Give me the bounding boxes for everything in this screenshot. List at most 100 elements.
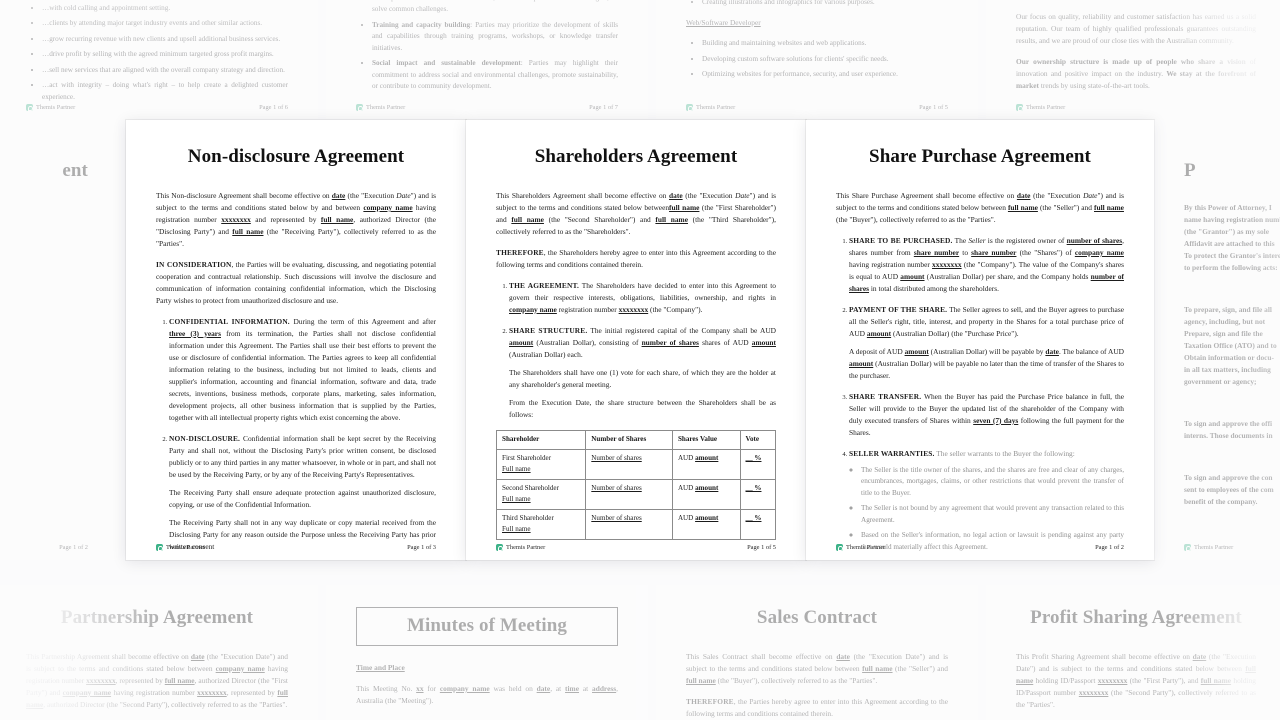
table-header-cell: Vote: [739, 429, 777, 450]
document-card-shareholders[interactable]: Shareholders Agreement This Shareholders…: [466, 120, 806, 560]
page-title: Share Purchase Agreement: [869, 146, 1091, 167]
line: (the "Grantor") as my sole: [1184, 226, 1269, 236]
paragraph: To sign and approve the con sent to emplo…: [1184, 472, 1280, 508]
brand-logo: Themis Partner: [356, 104, 405, 112]
page-footer: Themis Partner Page 1 of 6: [26, 104, 288, 112]
brand-name: Themis Partner: [506, 544, 546, 551]
paragraph: D (Australian Dollar), theReleasee from …: [0, 268, 88, 316]
amount-value: amount: [695, 484, 719, 493]
share-structure-table: Shareholder Number of Shares Shares Valu…: [495, 429, 777, 540]
document-card-top-mou[interactable]: Joint research and development: Parties …: [326, 0, 648, 120]
paragraph: CONSE: [1184, 397, 1280, 409]
line: By this Power of Attorney, I: [1184, 203, 1272, 212]
line: To sign and approve the con: [1184, 472, 1273, 482]
document-card-top-company-profile[interactable]: customer service. With headquarters stra…: [986, 0, 1280, 120]
clause-heading: SHARE STRUCTURE.: [509, 325, 588, 335]
table-header-row: Shareholder Number of Shares Shares Valu…: [495, 429, 777, 450]
clause-heading: PAYMENT OF THE SHARE.: [849, 304, 948, 314]
brand-logo: Themis Partner: [686, 104, 735, 112]
table-cell-shareholder: First Shareholder Full name: [495, 448, 587, 480]
clause-subparagraph: The Shareholders shall have one (1) vote…: [509, 367, 776, 389]
intro-paragraph: This Sales Contract shall become effecti…: [686, 652, 948, 685]
document-card-top-freelance[interactable]: Developing layouts for magazines, books,…: [656, 0, 978, 120]
document-card-sales-contract[interactable]: Sales Contract This Sales Contract shall…: [656, 585, 978, 720]
page-title: Sales Contract: [756, 607, 878, 628]
document-card-nda[interactable]: Non-disclosure Agreement This Non-disclo…: [126, 120, 466, 560]
paragraph-lead: Our ownership structure is made up of pe…: [1016, 56, 1246, 66]
line: government or agency;: [1184, 376, 1257, 386]
clause-item: SHARE TO BE PURCHASED. The Seller is the…: [849, 235, 1124, 295]
page-title: P: [1184, 160, 1196, 181]
document-card-release-agreement[interactable]: ent tion Date") and is subject to, autho…: [0, 120, 118, 560]
page-number: Page 1 of 2: [59, 544, 88, 551]
intro-paragraph: This Shareholders Agreement shall become…: [496, 191, 777, 236]
document-card-partnership[interactable]: Partnership Agreement This Partnership A…: [0, 585, 318, 720]
line: benefit of the company.: [1184, 496, 1258, 506]
line: agency, including, but not: [1184, 316, 1266, 326]
bullet-lead: Social impact and sustainable developmen…: [372, 59, 521, 68]
line: To prepare, sign, and file all: [1184, 304, 1272, 314]
table-cell-shareholder: Second Shareholder Full name: [495, 478, 587, 510]
themis-logo-icon: [1184, 544, 1191, 552]
currency-prefix: AUD: [677, 514, 696, 523]
table-cell-shareholder: Third Shareholder Full name: [495, 508, 587, 540]
page-title: Partnership Agreement: [60, 607, 254, 628]
document-card-share-purchase[interactable]: Share Purchase Agreement This Share Purc…: [806, 120, 1154, 560]
clause-item: SELLER WARRANTIES. The seller warrants t…: [849, 448, 1124, 554]
list-item: …with cold calling and appointment setti…: [42, 3, 288, 15]
document-card-power-of-attorney[interactable]: P By this Power of Attorney, I name havin…: [1154, 120, 1280, 560]
list-item: The Seller is the title owner of the sha…: [861, 465, 1124, 500]
list-item: Developing custom software solutions for…: [702, 54, 948, 66]
clause-subparagraph: The Receiving Party shall ensure adequat…: [169, 487, 436, 509]
amount-value: amount: [695, 454, 719, 463]
document-card-minutes[interactable]: Minutes of Meeting Time and Place This M…: [326, 585, 648, 720]
clause-item: NON-DISCLOSURE. Confidential information…: [169, 433, 436, 553]
paragraph-lead2: We stay at the forefront of market: [1016, 68, 1256, 90]
page-footer: Themis Partner: [1016, 104, 1256, 112]
clause-heading: SHARE TO BE PURCHASED.: [849, 235, 953, 245]
shareholder-name: Full name: [502, 495, 531, 504]
brand-logo: Themis Partner: [156, 544, 205, 552]
clause-item: SHARE STRUCTURE. The initial registered …: [509, 325, 776, 421]
list-item: Building and maintaining websites and we…: [702, 38, 948, 50]
vote-value: __ %: [745, 484, 762, 493]
table-header-cell: Shares Value: [671, 429, 741, 450]
page-footer: Themis Partner Page 1 of 5: [686, 104, 948, 112]
page-number: Page 1 of 2: [1095, 544, 1124, 551]
page-footer: Themis Partner Page 1 of 3: [156, 544, 436, 552]
themis-logo-icon: [496, 544, 503, 552]
line: Taxation Office (ATO) and to: [1184, 340, 1277, 350]
themis-logo-icon: [156, 544, 163, 552]
list-item: …act with integrity – doing what's right…: [42, 80, 288, 103]
therefore-label: THEREFORE: [496, 247, 544, 257]
table-row: First Shareholder Full name Number of sha…: [495, 448, 777, 480]
line: to perform the following acts:: [1184, 262, 1278, 272]
consideration-paragraph: IN CONSIDERATION, the Parties will be ev…: [156, 259, 436, 307]
list-item: …drive profit by selling with the agreed…: [42, 49, 288, 61]
page-number: Page 1 of 5: [919, 104, 948, 111]
paragraph: By this Power of Attorney, I name having …: [1184, 202, 1280, 274]
bullet-lead: Training and capacity building: [372, 20, 471, 29]
paragraph: ed in this Agreement, the: [0, 247, 88, 259]
list-item: Joint research and development: Parties …: [372, 0, 618, 16]
paragraph: be construed in accordance: [0, 436, 88, 448]
clause-list: SHARE TO BE PURCHASED. The Seller is the…: [836, 235, 1124, 553]
themis-logo-icon: [686, 104, 693, 112]
shareholder-role: First Shareholder: [502, 454, 552, 463]
paragraph: Agreement, the facts andclaim that the R…: [0, 391, 88, 427]
page-title: Shareholders Agreement: [534, 146, 738, 167]
clause-heading: THE AGREEMENT.: [509, 280, 579, 290]
line: Prepare, sign and file the: [1184, 328, 1263, 338]
document-card-top-sales-policy[interactable]: …generate sales efforts to outcompetitor…: [0, 0, 318, 120]
intro-paragraph: This Partnership Agreement shall become …: [26, 652, 288, 709]
table-cell-value: AUD amount: [671, 478, 741, 510]
document-card-profit-sharing[interactable]: Profit Sharing Agreement This Profit Sha…: [986, 585, 1280, 720]
brand-name: Themis Partner: [1026, 104, 1066, 111]
amount-value: amount: [695, 514, 719, 523]
page-title: Minutes of Meeting: [356, 607, 618, 646]
brand-logo: Themis Partner: [26, 104, 75, 112]
page-title: Non-disclosure Agreement: [187, 146, 405, 167]
currency-prefix: AUD: [677, 484, 696, 493]
list-item: …clients by attending major target indus…: [42, 18, 288, 30]
section-heading: Web/Software Developer: [686, 18, 761, 28]
